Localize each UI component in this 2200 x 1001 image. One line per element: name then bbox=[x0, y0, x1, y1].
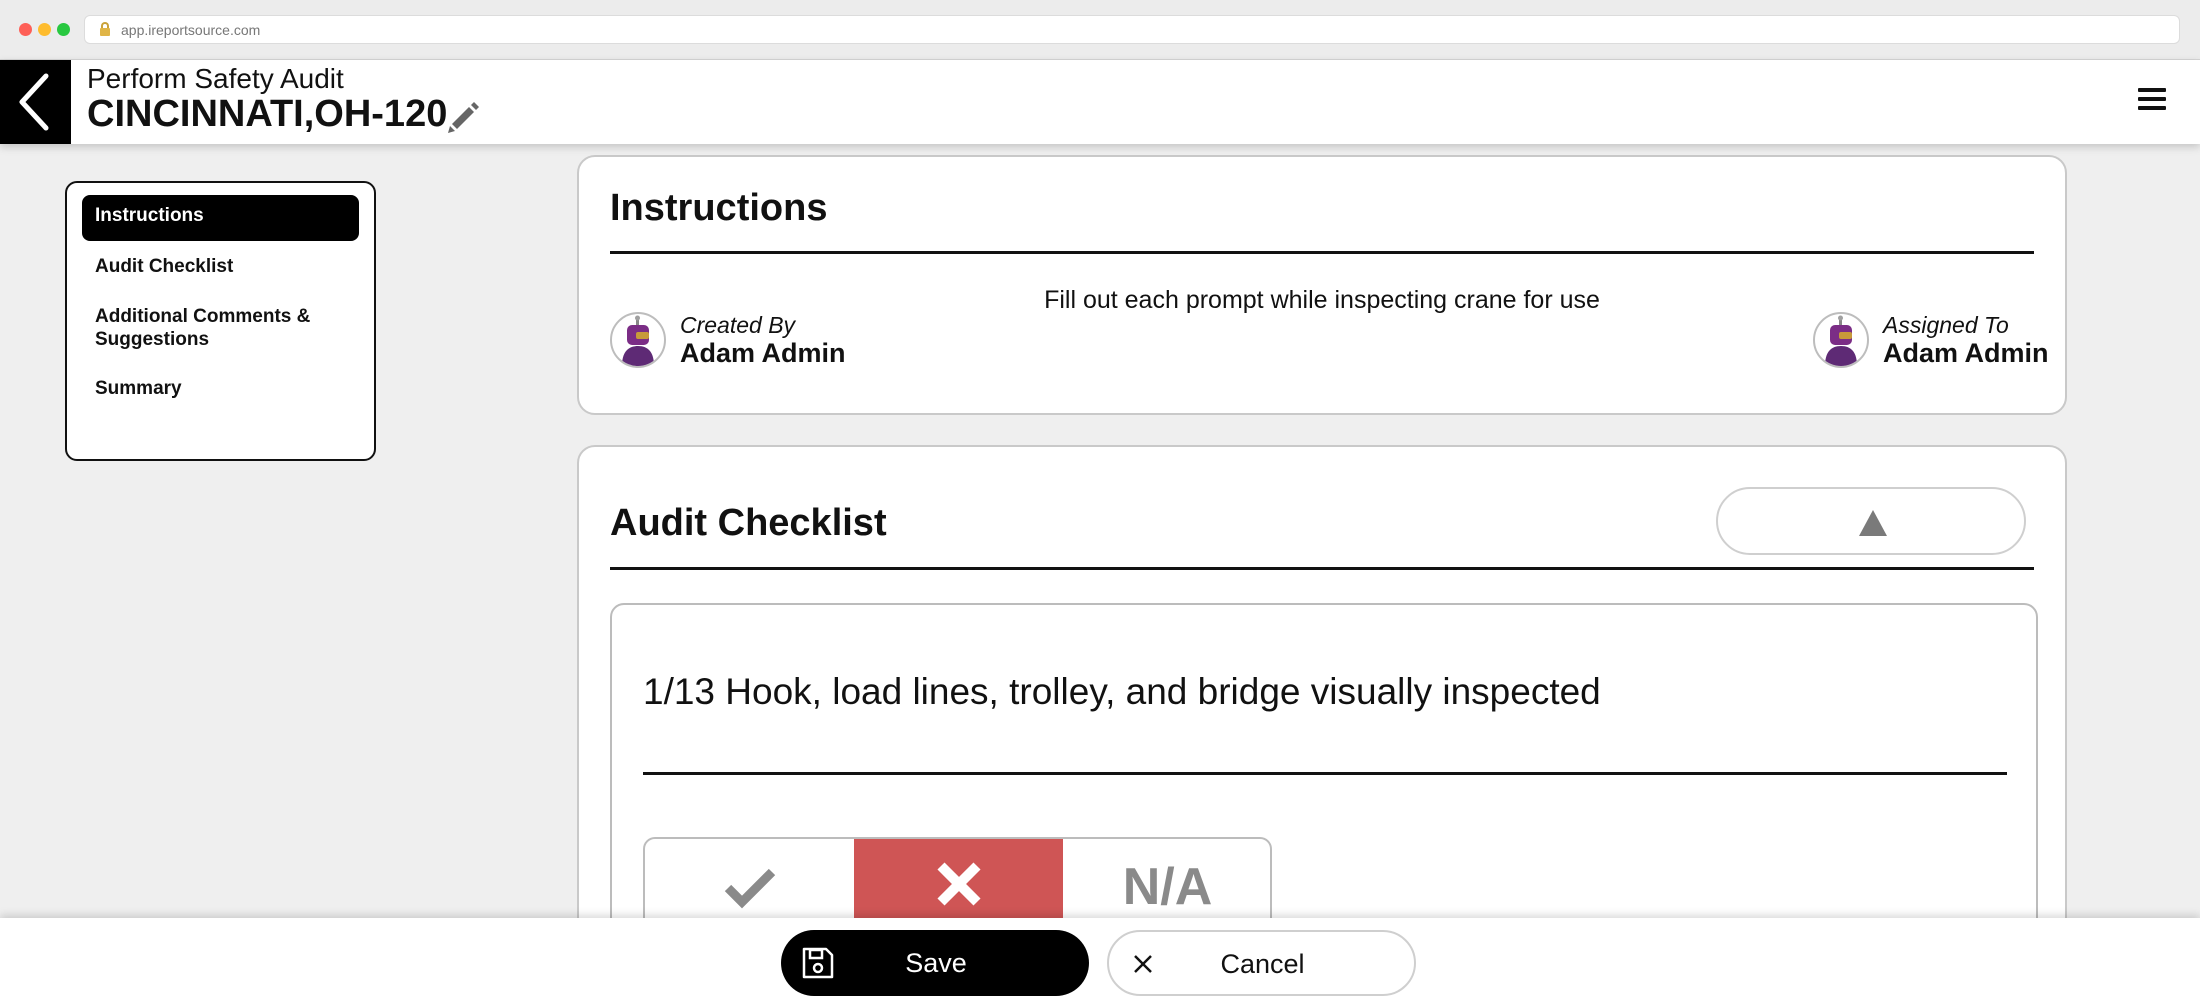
instructions-title: Instructions bbox=[610, 187, 828, 229]
assigned-to-name: Adam Admin bbox=[1883, 338, 2049, 368]
nav-item-additional-comments[interactable]: Additional Comments & Suggestions bbox=[82, 295, 359, 361]
collapse-section-button[interactable] bbox=[1716, 487, 2026, 555]
address-bar[interactable]: app.ireportsource.com bbox=[84, 15, 2180, 44]
assignee-avatar bbox=[1813, 312, 1869, 368]
divider bbox=[610, 251, 2034, 254]
answer-na-label: N/A bbox=[1122, 858, 1213, 916]
x-icon bbox=[937, 862, 981, 906]
creator-avatar bbox=[610, 312, 666, 368]
nav-item-summary[interactable]: Summary bbox=[82, 368, 359, 410]
checklist-title: Audit Checklist bbox=[610, 502, 887, 544]
divider bbox=[643, 772, 2007, 775]
section-nav: Instructions Audit Checklist Additional … bbox=[65, 181, 376, 461]
back-button[interactable] bbox=[0, 60, 71, 144]
app-header: Perform Safety Audit CINCINNATI,OH-120 bbox=[0, 60, 2200, 144]
save-label: Save bbox=[905, 948, 967, 978]
window-minimize-button[interactable] bbox=[38, 23, 51, 36]
cancel-label: Cancel bbox=[1220, 949, 1305, 979]
avatar-icon bbox=[1825, 315, 1857, 366]
cancel-button[interactable]: Cancel bbox=[1107, 930, 1416, 996]
chevron-left-icon bbox=[19, 73, 49, 131]
pencil-icon[interactable] bbox=[446, 100, 480, 134]
audit-checklist-card: Audit Checklist 1/13 Hook, load lines, t… bbox=[577, 445, 2067, 983]
browser-chrome: app.ireportsource.com bbox=[0, 0, 2200, 60]
created-by-name: Adam Admin bbox=[680, 338, 846, 368]
avatar-icon bbox=[622, 315, 654, 366]
save-button[interactable]: Save bbox=[781, 930, 1089, 996]
divider bbox=[610, 567, 2034, 570]
window-close-button[interactable] bbox=[19, 23, 32, 36]
hamburger-menu-icon[interactable] bbox=[2138, 88, 2168, 110]
page-subtitle: Perform Safety Audit bbox=[87, 63, 344, 94]
window-maximize-button[interactable] bbox=[57, 23, 70, 36]
instructions-card: Instructions Fill out each prompt while … bbox=[577, 155, 2067, 415]
assigned-to-label: Assigned To bbox=[1883, 312, 2009, 338]
page-title: CINCINNATI,OH-120 bbox=[87, 93, 448, 135]
checkmark-icon bbox=[724, 868, 776, 909]
created-by-label: Created By bbox=[680, 312, 796, 338]
url-text: app.ireportsource.com bbox=[121, 22, 261, 38]
footer-action-bar: Save Cancel bbox=[0, 918, 2200, 1001]
triangle-up-icon bbox=[1859, 510, 1887, 536]
instructions-text: Fill out each prompt while inspecting cr… bbox=[1044, 286, 1600, 314]
nav-item-audit-checklist[interactable]: Audit Checklist bbox=[82, 246, 359, 288]
lock-icon bbox=[100, 22, 110, 36]
nav-item-instructions[interactable]: Instructions bbox=[82, 195, 359, 241]
checklist-question: 1/13 Hook, load lines, trolley, and brid… bbox=[643, 671, 1601, 712]
